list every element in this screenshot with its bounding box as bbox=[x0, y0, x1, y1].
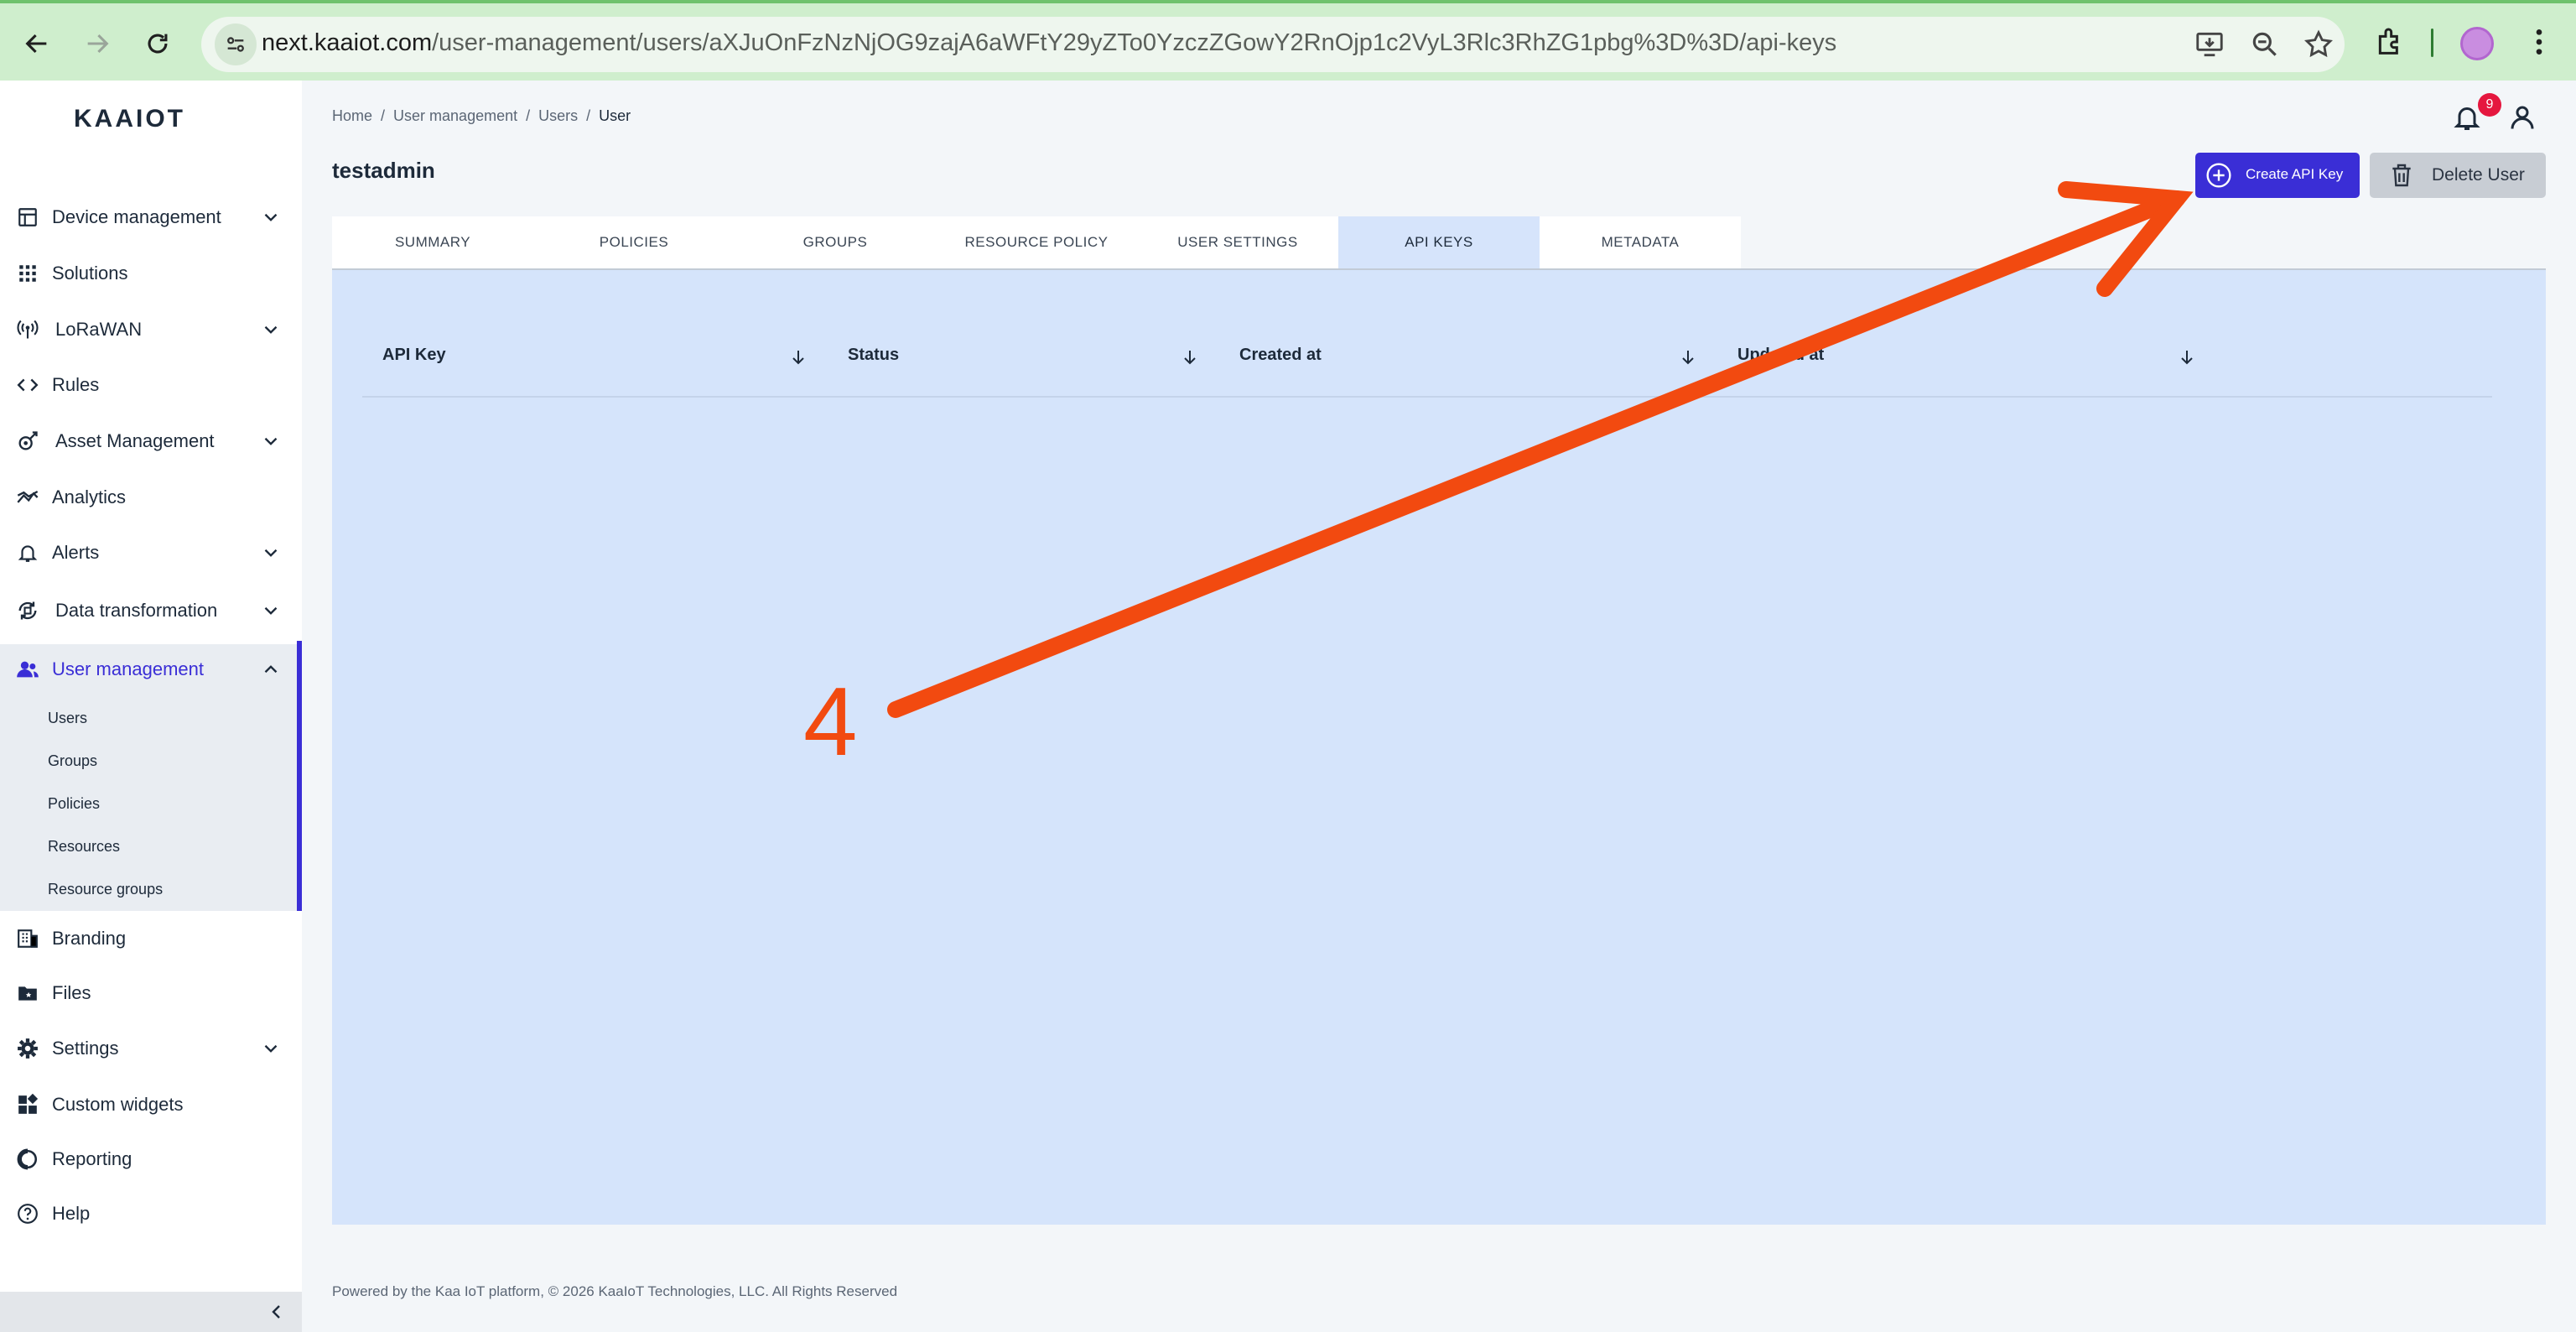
sidebar-item-analytics[interactable]: Analytics bbox=[0, 472, 302, 523]
sidebar-subitem-groups[interactable]: Groups bbox=[48, 752, 97, 770]
sidebar-subitem-resource-groups[interactable]: Resource groups bbox=[48, 881, 163, 898]
transform-icon bbox=[15, 598, 40, 623]
sidebar-item-files[interactable]: Files bbox=[0, 968, 302, 1018]
create-api-key-button[interactable]: Create API Key bbox=[2195, 153, 2360, 198]
tab-summary[interactable]: SUMMARY bbox=[332, 216, 533, 268]
footer-copyright: Powered by the Kaa IoT platform, © 2026 … bbox=[332, 1283, 898, 1299]
back-button[interactable] bbox=[15, 22, 59, 65]
tab-api-keys[interactable]: API KEYS bbox=[1338, 216, 1540, 268]
sidebar-item-reporting[interactable]: Reporting bbox=[0, 1134, 302, 1184]
sidebar-item-settings[interactable]: Settings bbox=[0, 1023, 302, 1074]
analytics-icon bbox=[15, 485, 40, 510]
tab-metadata[interactable]: METADATA bbox=[1540, 216, 1741, 268]
profile-avatar[interactable] bbox=[2460, 27, 2494, 60]
plus-circle-icon bbox=[2206, 163, 2231, 188]
sidebar-item-data-transformation[interactable]: Data transformation bbox=[0, 585, 302, 636]
trash-icon bbox=[2392, 164, 2411, 187]
sidebar-item-help[interactable]: Help bbox=[0, 1189, 302, 1239]
reporting-icon bbox=[15, 1147, 40, 1172]
sidebar-item-device-management[interactable]: Device management bbox=[0, 192, 302, 242]
sidebar-item-rules[interactable]: Rules bbox=[0, 360, 302, 410]
sidebar: KAAIOT Device management Solutions LoRaW… bbox=[0, 81, 302, 1332]
chevron-up-icon bbox=[264, 665, 278, 674]
reload-button[interactable] bbox=[136, 22, 179, 65]
delete-user-button[interactable]: Delete User bbox=[2370, 153, 2546, 198]
zoom-icon[interactable] bbox=[2249, 29, 2281, 60]
chevron-down-icon bbox=[264, 213, 278, 221]
tab-bar: SUMMARY POLICIES GROUPS RESOURCE POLICY … bbox=[332, 216, 2546, 270]
bookmark-star-icon[interactable] bbox=[2303, 29, 2334, 60]
column-header-created-at[interactable]: Created at bbox=[1239, 346, 1322, 365]
sort-arrow-icon[interactable] bbox=[788, 347, 808, 367]
code-icon bbox=[15, 372, 40, 398]
breadcrumb-current: User bbox=[599, 107, 631, 124]
api-keys-table: API Key Status Created at Updated at bbox=[332, 270, 2546, 1225]
notification-badge: 9 bbox=[2478, 93, 2501, 117]
site-info-icon[interactable] bbox=[215, 23, 257, 65]
kaaiot-logo[interactable]: KAAIOT bbox=[74, 102, 185, 136]
column-header-api-key[interactable]: API Key bbox=[382, 346, 446, 365]
breadcrumb-user-management[interactable]: User management bbox=[393, 107, 517, 125]
arrow-left-icon bbox=[25, 34, 47, 54]
sidebar-subitem-users[interactable]: Users bbox=[48, 710, 87, 727]
sidebar-item-asset-management[interactable]: Asset Management bbox=[0, 416, 302, 466]
url-text: next.kaaiot.com/user-management/users/aX… bbox=[262, 29, 1837, 56]
asset-icon bbox=[15, 429, 40, 454]
grid-icon bbox=[15, 261, 40, 286]
more-menu-icon[interactable] bbox=[2522, 25, 2556, 59]
table-header-divider bbox=[362, 396, 2492, 398]
sidebar-item-alerts[interactable]: Alerts bbox=[0, 528, 302, 578]
account-icon[interactable] bbox=[2507, 102, 2537, 133]
toolbar-separator bbox=[2431, 29, 2433, 57]
sidebar-item-custom-widgets[interactable]: Custom widgets bbox=[0, 1080, 302, 1130]
breadcrumb-home[interactable]: Home bbox=[332, 107, 372, 125]
dashboard-icon bbox=[15, 205, 40, 230]
column-header-status[interactable]: Status bbox=[848, 346, 899, 365]
chevron-down-icon bbox=[264, 325, 278, 334]
tab-user-settings[interactable]: USER SETTINGS bbox=[1137, 216, 1338, 268]
page-title: testadmin bbox=[332, 158, 435, 183]
reload-icon bbox=[148, 34, 168, 54]
users-icon bbox=[15, 657, 40, 682]
chevron-down-icon bbox=[264, 549, 278, 557]
help-icon bbox=[15, 1201, 40, 1226]
tab-groups[interactable]: GROUPS bbox=[735, 216, 936, 268]
chevron-down-icon bbox=[264, 1044, 278, 1053]
folder-icon bbox=[15, 981, 40, 1006]
breadcrumb-users[interactable]: Users bbox=[538, 107, 578, 125]
sidebar-subitem-policies[interactable]: Policies bbox=[48, 795, 100, 813]
address-bar[interactable]: next.kaaiot.com/user-management/users/aX… bbox=[201, 17, 2345, 72]
chevron-down-icon bbox=[264, 437, 278, 445]
tab-policies[interactable]: POLICIES bbox=[533, 216, 735, 268]
forward-button[interactable] bbox=[75, 22, 119, 65]
chevron-left-icon bbox=[272, 1305, 280, 1319]
install-app-icon[interactable] bbox=[2194, 29, 2225, 60]
branding-icon bbox=[15, 926, 40, 951]
sort-arrow-icon[interactable] bbox=[2177, 347, 2197, 367]
column-header-updated-at[interactable]: Updated at bbox=[1737, 346, 1824, 365]
extensions-icon[interactable] bbox=[2373, 25, 2407, 59]
collapse-sidebar-button[interactable] bbox=[0, 1292, 302, 1332]
widgets-icon bbox=[15, 1092, 40, 1117]
sort-arrow-icon[interactable] bbox=[1180, 347, 1200, 367]
tab-resource-policy[interactable]: RESOURCE POLICY bbox=[936, 216, 1137, 268]
gear-icon bbox=[15, 1036, 40, 1061]
bell-icon bbox=[15, 540, 40, 565]
chevron-down-icon bbox=[264, 606, 278, 615]
sidebar-item-lorawan[interactable]: LoRaWAN bbox=[0, 304, 302, 355]
breadcrumb: Home / User management / Users / User bbox=[332, 107, 631, 125]
sidebar-item-solutions[interactable]: Solutions bbox=[0, 248, 302, 299]
sidebar-item-branding[interactable]: Branding bbox=[0, 913, 302, 964]
browser-toolbar: next.kaaiot.com/user-management/users/aX… bbox=[0, 0, 2576, 81]
arrow-right-icon bbox=[87, 34, 109, 54]
antenna-icon bbox=[15, 317, 40, 342]
sort-arrow-icon[interactable] bbox=[1678, 347, 1698, 367]
active-section-indicator bbox=[297, 641, 302, 911]
sidebar-subitem-resources[interactable]: Resources bbox=[48, 838, 120, 856]
sidebar-item-user-management[interactable]: User management bbox=[0, 644, 302, 695]
